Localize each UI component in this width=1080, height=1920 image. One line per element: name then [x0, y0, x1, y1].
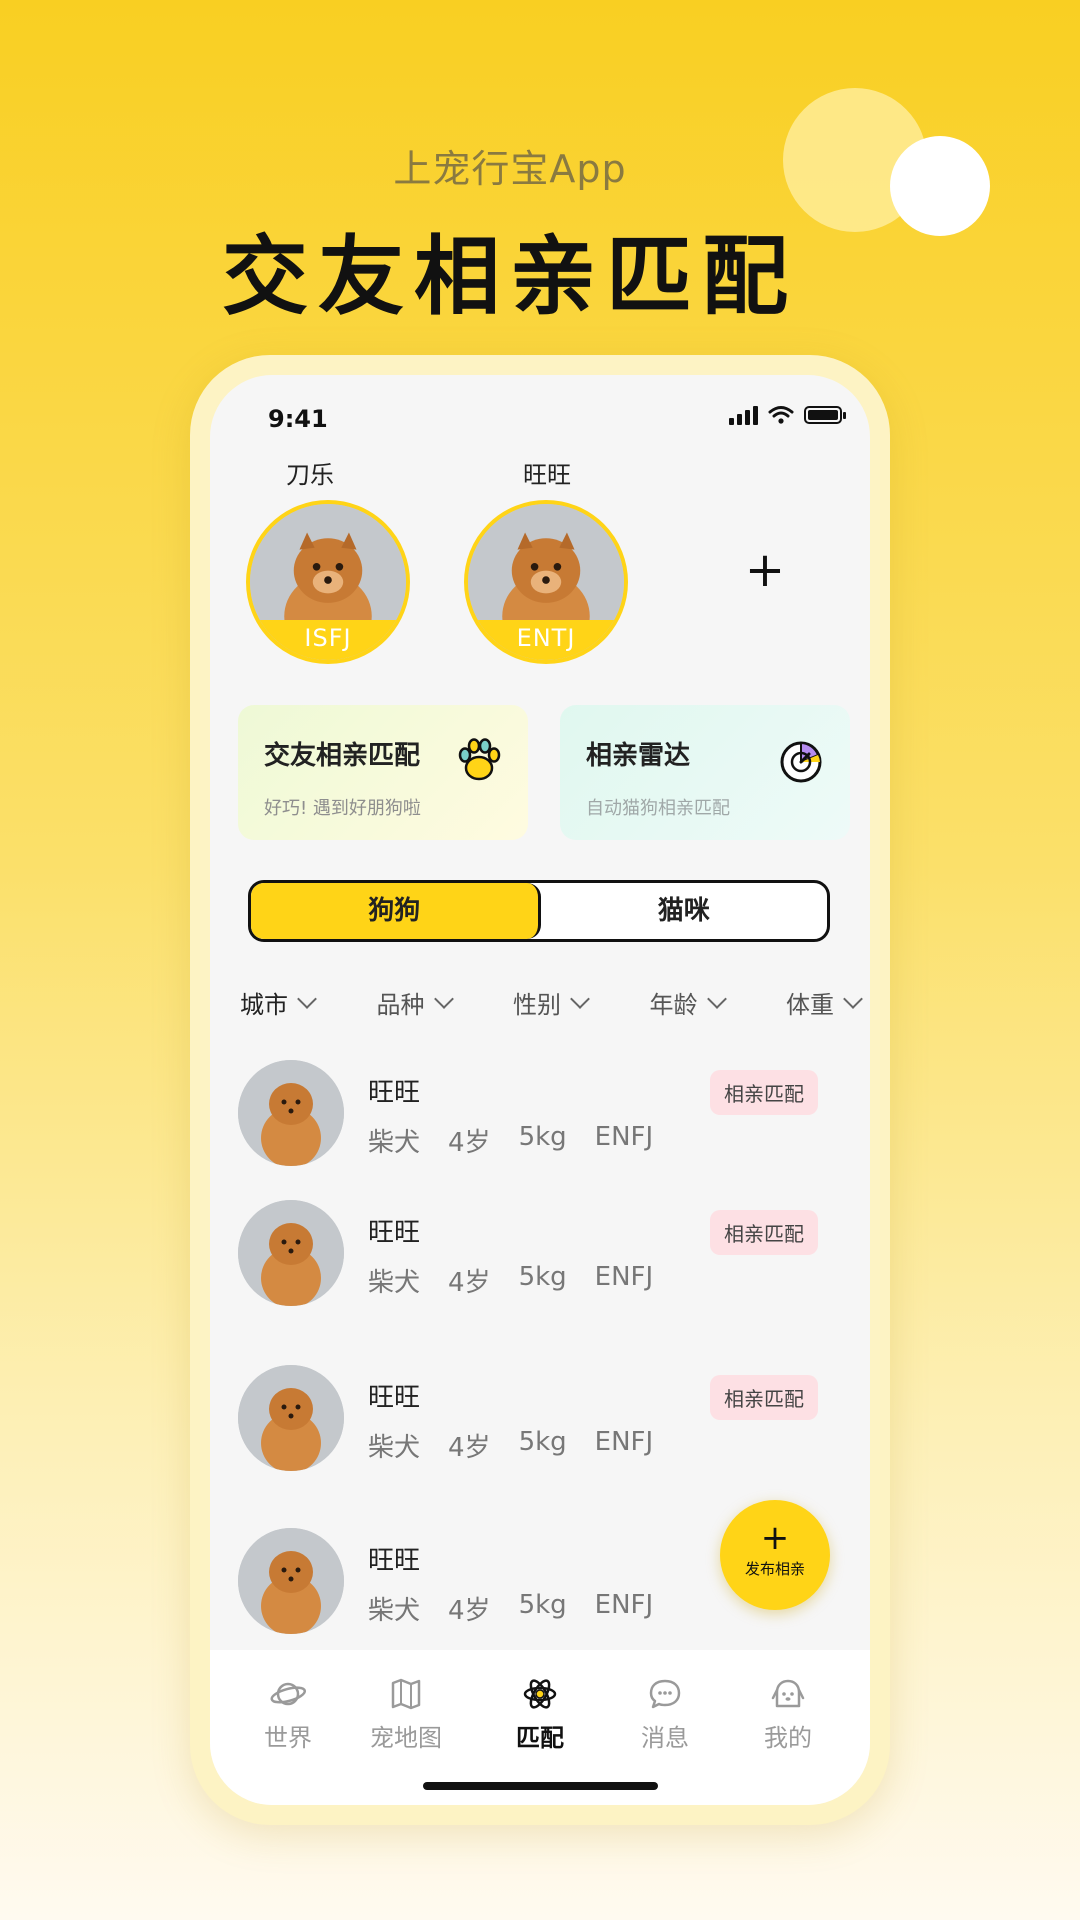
- pet-name: 旺旺: [368, 1546, 421, 1576]
- feature-card-radar[interactable]: 相亲雷达 自动猫狗相亲匹配: [560, 705, 850, 840]
- promo-title: 交友相亲匹配: [222, 227, 798, 327]
- match-tag[interactable]: 相亲匹配: [710, 1070, 818, 1115]
- mbti-badge: ISFJ: [250, 620, 406, 660]
- match-tag[interactable]: 相亲匹配: [710, 1210, 818, 1255]
- pet-mbti: ENFJ: [594, 1122, 654, 1152]
- planet-icon: [270, 1682, 306, 1706]
- dog-face-icon: [771, 1679, 805, 1708]
- wifi-icon: [768, 406, 794, 424]
- filter-gender[interactable]: 性别: [513, 985, 590, 1020]
- pomeranian-photo: [238, 1200, 344, 1306]
- match-tag[interactable]: 相亲匹配: [710, 1375, 818, 1420]
- tab-pet-map[interactable]: 宠地图: [356, 1676, 456, 1753]
- tab-world[interactable]: 世界: [238, 1676, 338, 1753]
- tab-label: 我的: [764, 1724, 812, 1752]
- pet-age: 4岁: [448, 1433, 491, 1463]
- pet-type-segment: 狗狗 猫咪: [248, 880, 830, 942]
- add-pet-button[interactable]: +: [740, 545, 790, 595]
- filter-label: 城市: [240, 991, 288, 1019]
- pet-age: 4岁: [448, 1128, 491, 1158]
- my-pet-avatar[interactable]: ENTJ: [464, 500, 628, 664]
- pet-avatar: [238, 1060, 344, 1166]
- tab-label: 消息: [641, 1724, 689, 1752]
- segment-dog[interactable]: 狗狗: [251, 883, 541, 939]
- pet-mbti: ENFJ: [594, 1590, 654, 1620]
- filter-label: 年龄: [649, 991, 698, 1019]
- chevron-down-icon: [433, 988, 454, 1009]
- tab-me[interactable]: 我的: [738, 1676, 838, 1753]
- tab-messages[interactable]: 消息: [615, 1676, 715, 1753]
- filter-age[interactable]: 年龄: [649, 985, 727, 1020]
- map-icon: [391, 1678, 421, 1710]
- fab-label: 发布相亲: [744, 1560, 805, 1578]
- signal-icon: [729, 405, 758, 425]
- filter-label: 品种: [376, 991, 425, 1019]
- pet-meta: 柴犬 4岁 5kg ENFJ: [368, 1590, 653, 1627]
- pet-meta: 柴犬 4岁 5kg ENFJ: [368, 1262, 653, 1299]
- chat-icon: [649, 1679, 681, 1709]
- list-item[interactable]: 旺旺 柴犬 4岁 5kg ENFJ 相亲匹配: [238, 1200, 848, 1310]
- pet-weight: 5kg: [518, 1590, 567, 1620]
- pet-name: 旺旺: [368, 1218, 421, 1248]
- filter-breed[interactable]: 品种: [376, 985, 454, 1020]
- pet-breed: 柴犬: [368, 1433, 421, 1463]
- status-icons: [729, 405, 846, 425]
- pet-mbti: ENFJ: [594, 1262, 654, 1292]
- my-pet-name: 旺旺: [523, 461, 571, 489]
- pet-mbti: ENFJ: [594, 1427, 654, 1457]
- promo-subtitle: 上宠行宝App: [393, 147, 627, 191]
- pet-avatar: [238, 1528, 344, 1634]
- filter-city[interactable]: 城市: [240, 985, 317, 1020]
- pet-avatar: [238, 1200, 344, 1306]
- pet-avatar: [238, 1365, 344, 1471]
- tab-label: 宠地图: [370, 1724, 442, 1752]
- tab-label: 匹配: [516, 1724, 564, 1752]
- pet-age: 4岁: [448, 1268, 491, 1298]
- feature-card-match[interactable]: 交友相亲匹配 好巧! 遇到好朋狗啦: [238, 705, 528, 840]
- pet-name: 旺旺: [368, 1383, 421, 1413]
- pomeranian-photo: [238, 1365, 344, 1471]
- app-screen: 9:41 刀乐 ISFJ 旺旺 ENTJ + 交友相亲匹配 好巧! 遇到好朋狗啦…: [210, 375, 870, 1805]
- my-pet-avatar[interactable]: ISFJ: [246, 500, 410, 664]
- status-time: 9:41: [268, 405, 328, 433]
- atom-icon: [523, 1679, 557, 1709]
- chevron-down-icon: [570, 988, 590, 1009]
- pet-age: 4岁: [448, 1596, 491, 1626]
- pomeranian-photo: [238, 1060, 344, 1166]
- chevron-down-icon: [843, 988, 863, 1009]
- pet-meta: 柴犬 4岁 5kg ENFJ: [368, 1427, 653, 1464]
- list-item[interactable]: 旺旺 柴犬 4岁 5kg ENFJ 相亲匹配: [238, 1365, 848, 1475]
- plus-icon: +: [760, 1518, 790, 1558]
- pet-breed: 柴犬: [368, 1596, 421, 1626]
- chevron-down-icon: [706, 988, 727, 1009]
- card-subtitle: 好巧! 遇到好朋狗啦: [264, 798, 421, 819]
- chevron-down-icon: [297, 988, 317, 1009]
- my-pet-name: 刀乐: [286, 461, 334, 489]
- home-indicator: [423, 1782, 658, 1790]
- pet-meta: 柴犬 4岁 5kg ENFJ: [368, 1122, 653, 1159]
- pet-breed: 柴犬: [368, 1268, 421, 1298]
- pomeranian-photo: [238, 1528, 344, 1634]
- card-subtitle: 自动猫狗相亲匹配: [586, 798, 730, 819]
- pet-weight: 5kg: [518, 1122, 567, 1152]
- segment-cat[interactable]: 猫咪: [541, 883, 828, 939]
- pet-weight: 5kg: [518, 1262, 567, 1292]
- list-item[interactable]: 旺旺 柴犬 4岁 5kg ENFJ 相亲匹配: [238, 1060, 848, 1170]
- filter-bar: 城市 品种 性别 年龄 体重: [240, 985, 863, 1020]
- filter-label: 性别: [513, 991, 561, 1019]
- radar-icon: [780, 741, 822, 783]
- paw-icon: [458, 738, 501, 781]
- pet-weight: 5kg: [518, 1427, 567, 1457]
- filter-weight[interactable]: 体重: [786, 985, 863, 1020]
- publish-match-button[interactable]: + 发布相亲: [720, 1500, 830, 1610]
- battery-icon: [804, 406, 846, 424]
- pet-breed: 柴犬: [368, 1128, 421, 1158]
- pet-name: 旺旺: [368, 1078, 421, 1108]
- mbti-badge: ENTJ: [468, 620, 624, 660]
- tab-match[interactable]: 匹配: [490, 1676, 590, 1753]
- tab-label: 世界: [264, 1724, 312, 1752]
- filter-label: 体重: [786, 991, 834, 1019]
